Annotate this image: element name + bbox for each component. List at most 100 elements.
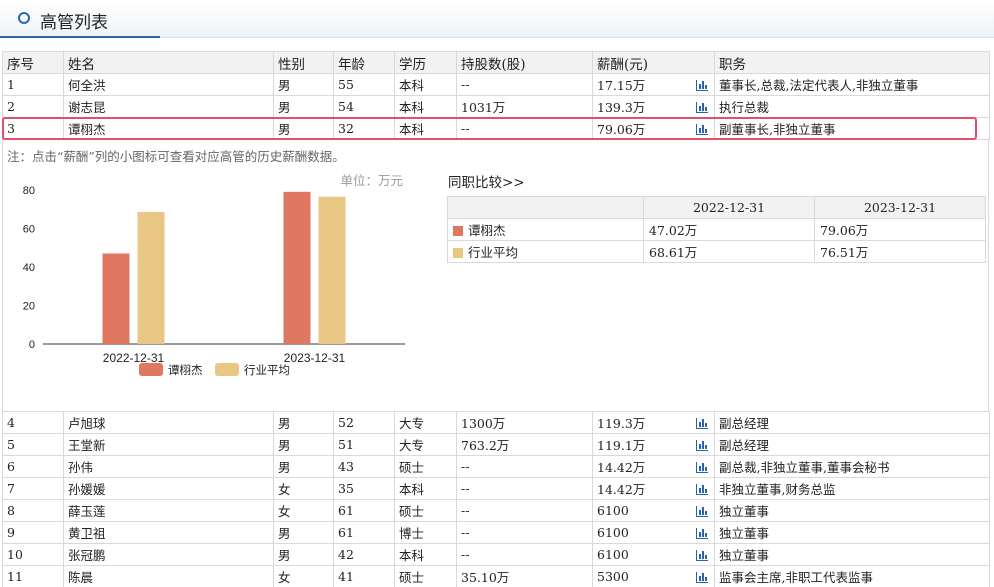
column-header: 薪酬(元)	[592, 51, 715, 74]
table-row: 4 卢旭球男 52 大专 1300万 119.3万 副总经理	[2, 411, 990, 434]
column-header: 职务	[714, 51, 990, 74]
table-header-row: 序号 姓名 性别 年龄 学历 持股数(股) 薪酬(元) 职务	[2, 51, 990, 74]
column-header: 序号	[2, 51, 64, 74]
exec-title: 独立董事	[714, 521, 990, 544]
exec-education: 本科	[394, 543, 457, 566]
exec-title: 副总经理	[714, 411, 990, 434]
exec-shares: --	[456, 499, 593, 522]
bar-chart-icon[interactable]	[696, 550, 708, 561]
exec-name: 孙媛媛	[63, 477, 274, 500]
exec-title: 独立董事	[714, 499, 990, 522]
compare-header-cell: 2023-12-31	[814, 196, 986, 219]
bar-chart-icon[interactable]	[696, 80, 708, 91]
exec-salary: 17.15万	[592, 73, 715, 96]
bar-chart-icon[interactable]	[696, 506, 708, 517]
exec-education: 硕士	[394, 455, 457, 478]
compare-value: 79.06万	[814, 218, 986, 241]
exec-title: 副总经理	[714, 433, 990, 456]
row-index: 7	[2, 477, 64, 500]
exec-gender: 女	[273, 565, 334, 587]
bar-chart-icon[interactable]	[696, 418, 708, 429]
header-underline	[0, 36, 160, 38]
y-tick-label: 80	[23, 185, 35, 197]
exec-salary: 6100	[592, 521, 715, 544]
salary-value: 17.15万	[597, 78, 646, 93]
salary-value: 139.3万	[597, 100, 646, 115]
selected-row-highlight	[2, 117, 977, 140]
exec-education: 本科	[394, 95, 457, 118]
bar-exec	[283, 191, 311, 344]
table-row: 8 薛玉莲女 61 硕士 -- 6100 独立董事	[2, 499, 990, 522]
exec-age: 41	[333, 565, 395, 587]
exec-salary: 6100	[592, 499, 715, 522]
exec-salary: 119.3万	[592, 411, 715, 434]
exec-title: 执行总裁	[714, 95, 990, 118]
row-index: 6	[2, 455, 64, 478]
compare-label-cell: 行业平均	[447, 240, 644, 263]
legend-label: 谭栩杰	[168, 363, 203, 377]
column-header: 性别	[273, 51, 334, 74]
exec-education: 硕士	[394, 499, 457, 522]
table-row: 10 张冠鹏男 42 本科 -- 6100 独立董事	[2, 543, 990, 566]
bar-chart-icon[interactable]	[696, 572, 708, 583]
exec-shares: --	[456, 521, 593, 544]
salary-history-panel: 注：点击“薪酬”列的小图标可查看对应高管的历史薪酬数据。 单位：万元 0 20 40 6…	[2, 140, 989, 411]
exec-gender: 男	[273, 433, 334, 456]
column-header: 学历	[394, 51, 457, 74]
exec-name: 何全洪	[63, 73, 274, 96]
bar-industry	[318, 196, 346, 344]
row-index: 4	[2, 411, 64, 434]
bar-chart-icon[interactable]	[696, 484, 708, 495]
exec-name: 王堂新	[63, 433, 274, 456]
exec-name: 陈晨	[63, 565, 274, 587]
executive-table-bottom: 4 卢旭球男 52 大专 1300万 119.3万 副总经理 5 王堂新男 51 大专 763.2万 1…	[2, 411, 990, 587]
salary-value: 6100	[597, 525, 629, 540]
exec-gender: 男	[273, 73, 334, 96]
exec-salary: 5300	[592, 565, 715, 587]
bar-chart-icon[interactable]	[696, 528, 708, 539]
compare-table: 2022-12-31 2023-12-31 谭栩杰 47.02万 79.06万 …	[447, 196, 986, 263]
compare-link[interactable]: 同职比较>>	[448, 171, 525, 191]
bar-chart-icon[interactable]	[696, 440, 708, 451]
salary-value: 5300	[597, 569, 629, 584]
compare-value: 47.02万	[643, 218, 815, 241]
table-row: 5 王堂新男 51 大专 763.2万 119.1万 副总经理	[2, 433, 990, 456]
exec-gender: 男	[273, 521, 334, 544]
legend-swatch	[215, 363, 239, 376]
bar-chart-icon[interactable]	[696, 462, 708, 473]
exec-title: 董事长,总裁,法定代表人,非独立董事	[714, 73, 990, 96]
table-row: 9 黄卫祖男 61 博士 -- 6100 独立董事	[2, 521, 990, 544]
salary-bar-chart: 单位：万元 0 20 40 60 80 2022-12-31 2023-12-31 谭栩杰 行业平…	[23, 173, 405, 377]
compare-header-row: 2022-12-31 2023-12-31	[447, 196, 986, 219]
exec-age: 52	[333, 411, 395, 434]
legend-swatch	[453, 248, 463, 258]
exec-name: 黄卫祖	[63, 521, 274, 544]
legend-swatch	[453, 226, 463, 236]
row-index: 10	[2, 543, 64, 566]
compare-label: 行业平均	[468, 245, 519, 260]
table-row: 7 孙媛媛女 35 本科 -- 14.42万 非独立董事,财务总监	[2, 477, 990, 500]
exec-education: 大专	[394, 433, 457, 456]
y-tick-label: 60	[23, 224, 35, 236]
exec-shares: 1031万	[456, 95, 593, 118]
exec-salary: 14.42万	[592, 455, 715, 478]
exec-name: 谢志昆	[63, 95, 274, 118]
exec-title: 非独立董事,财务总监	[714, 477, 990, 500]
exec-title: 监事会主席,非职工代表监事	[714, 565, 990, 587]
y-tick-label: 20	[23, 301, 35, 313]
salary-value: 119.3万	[597, 416, 646, 431]
exec-title: 独立董事	[714, 543, 990, 566]
compare-row: 谭栩杰 47.02万 79.06万	[447, 218, 986, 241]
row-index: 5	[2, 433, 64, 456]
table-row: 11 陈晨女 41 硕士 35.10万 5300 监事会主席,非职工代表监事	[2, 565, 990, 587]
bar-chart-icon[interactable]	[696, 102, 708, 113]
row-index: 8	[2, 499, 64, 522]
bar-exec	[102, 253, 130, 344]
section-title: 高管列表	[40, 13, 108, 33]
exec-shares: --	[456, 73, 593, 96]
exec-shares: 763.2万	[456, 433, 593, 456]
exec-age: 54	[333, 95, 395, 118]
row-index: 11	[2, 565, 64, 587]
exec-title: 副总裁,非独立董事,董事会秘书	[714, 455, 990, 478]
row-index: 1	[2, 73, 64, 96]
